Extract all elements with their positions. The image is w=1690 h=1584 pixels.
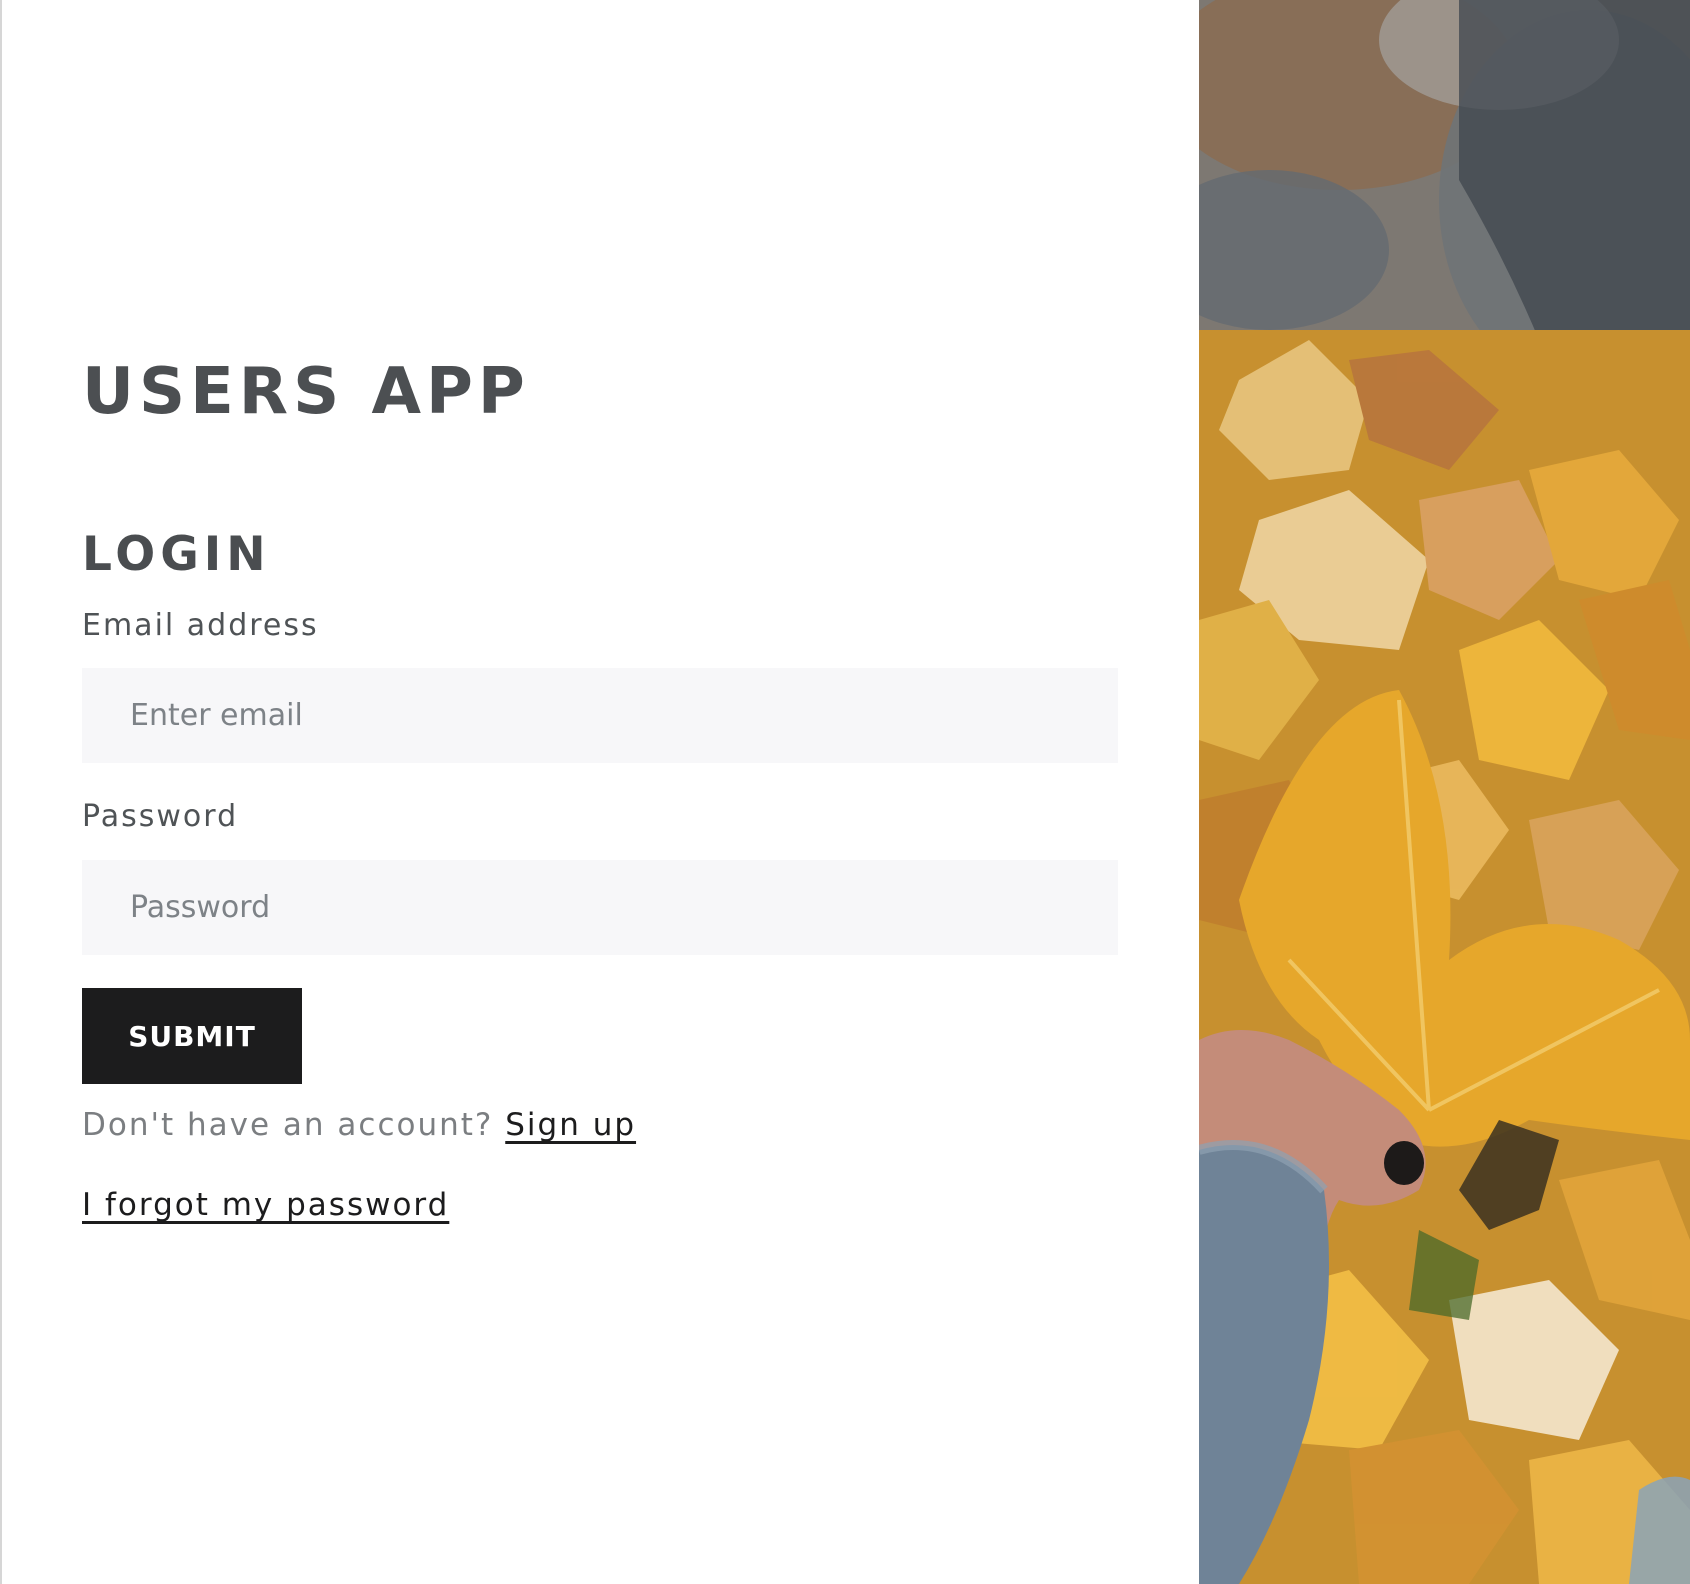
signup-link[interactable]: Sign up (505, 1107, 636, 1143)
signup-prompt-line: Don't have an account? Sign up (82, 1103, 636, 1147)
signup-prompt-text: Don't have an account? (82, 1107, 494, 1143)
login-panel: USERS APP LOGIN Email address Password S… (0, 0, 1199, 1584)
password-label: Password (82, 799, 239, 834)
submit-button[interactable]: SUBMIT (82, 988, 302, 1084)
login-heading: LOGIN (82, 527, 271, 582)
left-border (0, 0, 2, 1584)
autumn-leaves-photo (1199, 0, 1690, 1584)
password-input[interactable] (82, 860, 1118, 955)
email-input[interactable] (82, 668, 1118, 763)
autumn-leaves-illustration (1199, 0, 1690, 1584)
email-label: Email address (82, 608, 319, 643)
forgot-password-link[interactable]: I forgot my password (82, 1183, 449, 1227)
app-title: USERS APP (82, 355, 530, 429)
